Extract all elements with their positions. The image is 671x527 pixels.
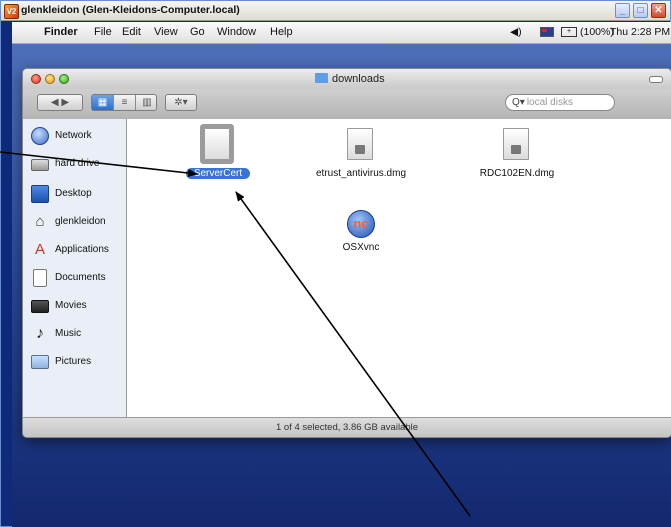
toolbar-toggle-button[interactable] xyxy=(649,76,663,83)
sidebar-item-home[interactable]: ⌂ glenkleidon xyxy=(31,211,127,233)
finder-window: downloads ◀ ▶ ▦ ≡ ▥ ✲▾ Q▾ local disks Net… xyxy=(22,68,671,438)
status-text: 1 of 4 selected, 3.86 GB available xyxy=(275,422,419,433)
sidebar-item-movies[interactable]: Movies xyxy=(31,295,127,317)
file-name: OSXvnc xyxy=(342,242,380,253)
minimize-icon[interactable] xyxy=(45,74,55,84)
back-forward-buttons[interactable]: ◀ ▶ xyxy=(37,94,83,111)
file-item[interactable]: ServerCert xyxy=(163,125,273,195)
documents-icon xyxy=(33,269,47,287)
sidebar-item-label: Pictures xyxy=(55,356,92,367)
folder-icon xyxy=(315,73,328,83)
menubar-clock[interactable]: Thu 2:28 PM xyxy=(610,26,670,38)
document-icon xyxy=(204,128,230,160)
music-icon: ♪ xyxy=(36,325,44,342)
menu-view[interactable]: View xyxy=(154,26,178,38)
sidebar-item-label: glenkleidon xyxy=(55,216,106,227)
sidebar-item-label: Applications xyxy=(55,244,109,255)
sidebar-item-label: Movies xyxy=(55,300,87,311)
sidebar-item-music[interactable]: ♪ Music xyxy=(31,323,127,345)
file-name: ServerCert xyxy=(186,168,250,179)
movies-icon xyxy=(31,300,49,313)
maximize-button[interactable]: □ xyxy=(633,3,648,18)
menu-window[interactable]: Window xyxy=(217,26,256,38)
vnc-app-icon: nc xyxy=(347,210,375,238)
finder-sidebar: Network hard drive Desktop ⌂ glenkleidon… xyxy=(23,119,127,419)
sidebar-item-label: Network xyxy=(55,130,92,141)
home-icon: ⌂ xyxy=(35,213,45,230)
menu-finder[interactable]: Finder xyxy=(44,26,78,38)
hard-drive-icon xyxy=(31,159,49,171)
close-button[interactable]: ✕ xyxy=(651,3,666,18)
disk-image-icon xyxy=(347,128,373,160)
close-icon[interactable] xyxy=(31,74,41,84)
vnc-app-icon: V2 xyxy=(4,4,19,19)
sidebar-item-label: Desktop xyxy=(55,188,92,199)
vnc-logo-text: nc xyxy=(353,216,369,231)
sidebar-item-network[interactable]: Network xyxy=(31,125,127,147)
search-icon: Q▾ xyxy=(512,97,525,108)
pictures-icon xyxy=(31,355,49,369)
menu-help[interactable]: Help xyxy=(270,26,293,38)
battery-icon[interactable]: + xyxy=(561,27,577,37)
battery-percent: (100%) xyxy=(580,26,614,38)
sidebar-item-documents[interactable]: Documents xyxy=(31,267,127,289)
action-menu-button[interactable]: ✲▾ xyxy=(165,94,197,111)
vnc-titlebar[interactable]: V2 glenkleidon (Glen-Kleidons-Computer.l… xyxy=(1,1,670,21)
icon-view-button[interactable]: ▦ xyxy=(92,95,114,110)
zoom-icon[interactable] xyxy=(59,74,69,84)
list-view-button[interactable]: ≡ xyxy=(114,95,136,110)
sidebar-item-desktop[interactable]: Desktop xyxy=(31,183,127,205)
vnc-window-title: glenkleidon (Glen-Kleidons-Computer.loca… xyxy=(21,4,240,16)
input-flag-icon[interactable] xyxy=(540,27,554,37)
applications-icon: A xyxy=(34,241,45,258)
sidebar-item-applications[interactable]: A Applications xyxy=(31,239,127,261)
status-bar: 1 of 4 selected, 3.86 GB available xyxy=(23,417,671,437)
volume-icon[interactable]: ◀) xyxy=(510,26,522,38)
disk-image-icon xyxy=(503,128,529,160)
file-name: etrust_antivirus.dmg xyxy=(315,168,407,179)
sidebar-item-label: Music xyxy=(55,328,82,339)
desktop-icon xyxy=(31,185,49,203)
file-item[interactable]: nc OSXvnc xyxy=(306,209,416,279)
file-name: RDC102EN.dmg xyxy=(479,168,555,179)
sidebar-item-label: hard drive xyxy=(55,158,100,169)
menu-edit[interactable]: Edit xyxy=(122,26,141,38)
file-item[interactable]: RDC102EN.dmg xyxy=(462,125,572,195)
file-area[interactable]: ServerCert etrust_antivirus.dmg RDC102EN… xyxy=(127,119,671,419)
mac-menubar: Finder File Edit View Go Window Help ◀) … xyxy=(12,22,671,44)
menu-file[interactable]: File xyxy=(94,26,112,38)
minimize-button[interactable]: _ xyxy=(615,3,630,18)
search-input[interactable]: Q▾ local disks xyxy=(505,94,615,111)
sidebar-item-label: Documents xyxy=(55,272,106,283)
sidebar-item-hard-drive[interactable]: hard drive xyxy=(31,153,127,175)
globe-icon xyxy=(31,127,49,145)
finder-titlebar[interactable]: downloads xyxy=(23,69,671,89)
file-item[interactable]: etrust_antivirus.dmg xyxy=(306,125,416,195)
menu-go[interactable]: Go xyxy=(190,26,205,38)
column-view-button[interactable]: ▥ xyxy=(136,95,158,110)
finder-toolbar: ◀ ▶ ▦ ≡ ▥ ✲▾ Q▾ local disks xyxy=(23,89,671,120)
search-placeholder: local disks xyxy=(526,97,573,108)
finder-window-title: downloads xyxy=(332,73,385,85)
sidebar-item-pictures[interactable]: Pictures xyxy=(31,351,127,373)
view-mode-switch[interactable]: ▦ ≡ ▥ xyxy=(91,94,157,111)
